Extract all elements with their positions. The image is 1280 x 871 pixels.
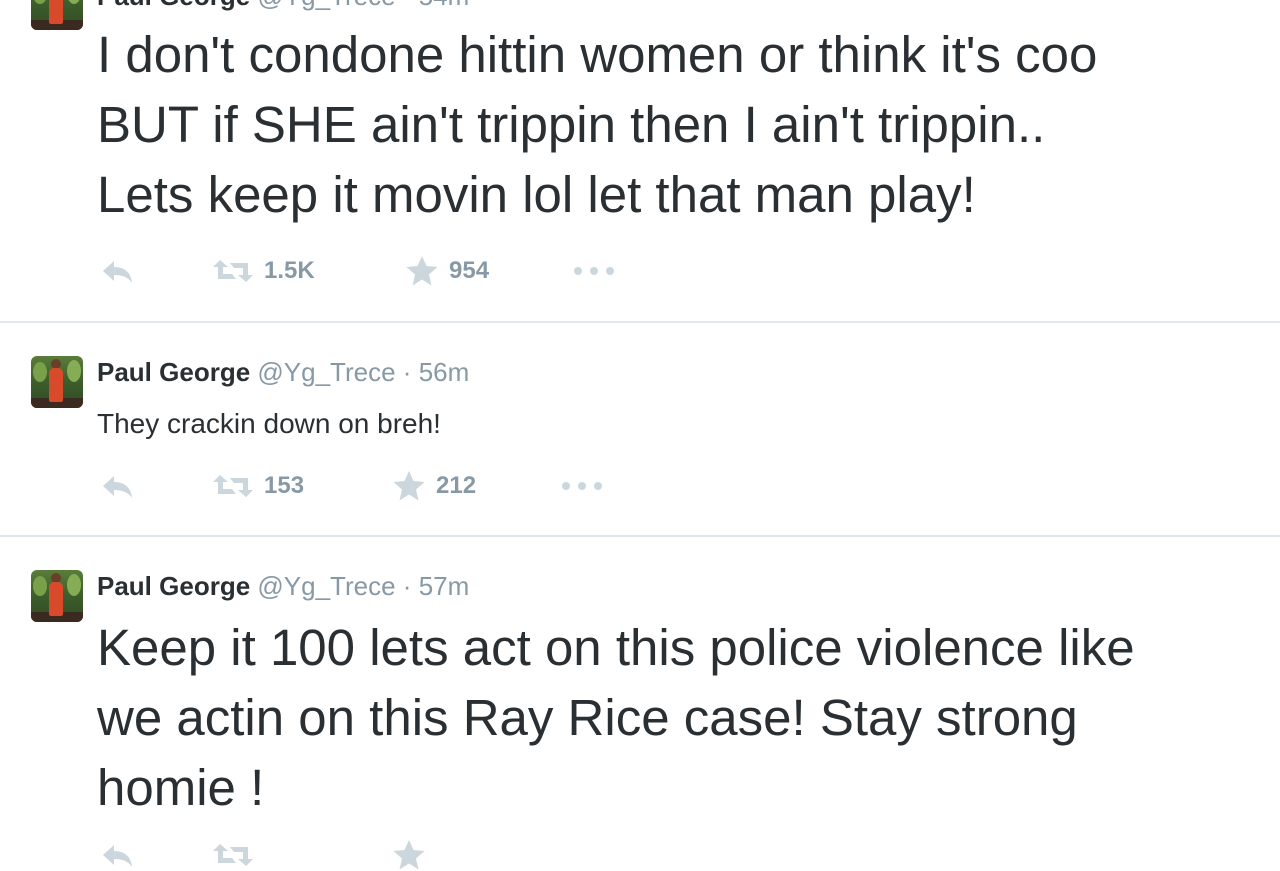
timestamp[interactable]: 56m — [419, 357, 470, 387]
retweet-icon — [212, 841, 254, 869]
tweet-text: I don't condone hittin women or think it… — [97, 20, 1097, 230]
tweet-actions: 1.5K 954 — [100, 255, 660, 287]
tweet-text: They crackin down on breh! — [97, 407, 441, 441]
retweet-icon — [212, 472, 254, 500]
favorite-button[interactable]: 954 — [405, 255, 489, 287]
tweet-header: Paul George @Yg_Trece · 57m — [97, 571, 469, 602]
reply-button[interactable] — [100, 839, 136, 871]
tweet-text-line: homie ! — [97, 759, 265, 816]
avatar[interactable] — [31, 0, 83, 30]
author-name[interactable]: Paul George — [97, 357, 250, 387]
tweet-text-line: BUT if SHE ain't trippin then I ain't tr… — [97, 96, 1046, 153]
retweet-count: 1.5K — [264, 257, 315, 284]
reply-button[interactable] — [100, 255, 136, 287]
favorite-button[interactable]: 212 — [392, 470, 476, 502]
reply-icon — [100, 257, 136, 285]
tweet-text-line: we actin on this Ray Rice case! Stay str… — [97, 689, 1078, 746]
reply-button[interactable] — [100, 470, 136, 502]
timestamp[interactable]: 54m — [419, 0, 470, 11]
tweet-actions: 153 212 — [100, 470, 660, 502]
retweet-count: 153 — [264, 472, 305, 499]
tweet-text-line: Lets keep it movin lol let that man play… — [97, 166, 976, 223]
star-icon — [392, 470, 426, 502]
author-name[interactable]: Paul George — [97, 571, 250, 601]
tweet-actions — [100, 839, 660, 871]
favorite-count: 212 — [436, 472, 477, 499]
separator: · — [402, 357, 412, 387]
star-icon — [392, 839, 426, 871]
avatar[interactable] — [31, 570, 83, 622]
star-icon — [405, 255, 439, 287]
timestamp[interactable]: 57m — [419, 571, 470, 601]
tweet-text: Keep it 100 lets act on this police viol… — [97, 613, 1135, 823]
more-icon — [572, 265, 616, 277]
tweet-text-line: They crackin down on breh! — [97, 408, 441, 439]
more-button[interactable] — [572, 255, 616, 287]
avatar[interactable] — [31, 356, 83, 408]
author-handle[interactable]: @Yg_Trece — [257, 357, 395, 387]
more-button[interactable] — [560, 470, 604, 502]
tweet-text-line: Keep it 100 lets act on this police viol… — [97, 619, 1135, 676]
separator: · — [402, 571, 412, 601]
tweet-3: Paul George @Yg_Trece · 57m Keep it 100 … — [0, 537, 1280, 870]
tweet-1: Paul George @Yg_Trece · 54m I don't cond… — [0, 0, 1280, 322]
favorite-count: 954 — [449, 257, 490, 284]
retweet-button[interactable]: 1.5K — [212, 255, 315, 287]
reply-icon — [100, 472, 136, 500]
author-handle[interactable]: @Yg_Trece — [257, 0, 395, 11]
reply-icon — [100, 841, 136, 869]
author-name[interactable]: Paul George — [97, 0, 250, 11]
tweet-2: Paul George @Yg_Trece · 56m They crackin… — [0, 323, 1280, 535]
author-handle[interactable]: @Yg_Trece — [257, 571, 395, 601]
separator: · — [403, 0, 412, 11]
tweet-header: Paul George @Yg_Trece · 56m — [97, 357, 469, 388]
retweet-button[interactable] — [212, 839, 254, 871]
favorite-button[interactable] — [392, 839, 426, 871]
more-icon — [560, 480, 604, 492]
tweet-text-line: I don't condone hittin women or think it… — [97, 26, 1098, 83]
retweet-icon — [212, 257, 254, 285]
tweet-header: Paul George @Yg_Trece · 54m — [97, 0, 469, 12]
retweet-button[interactable]: 153 — [212, 470, 304, 502]
